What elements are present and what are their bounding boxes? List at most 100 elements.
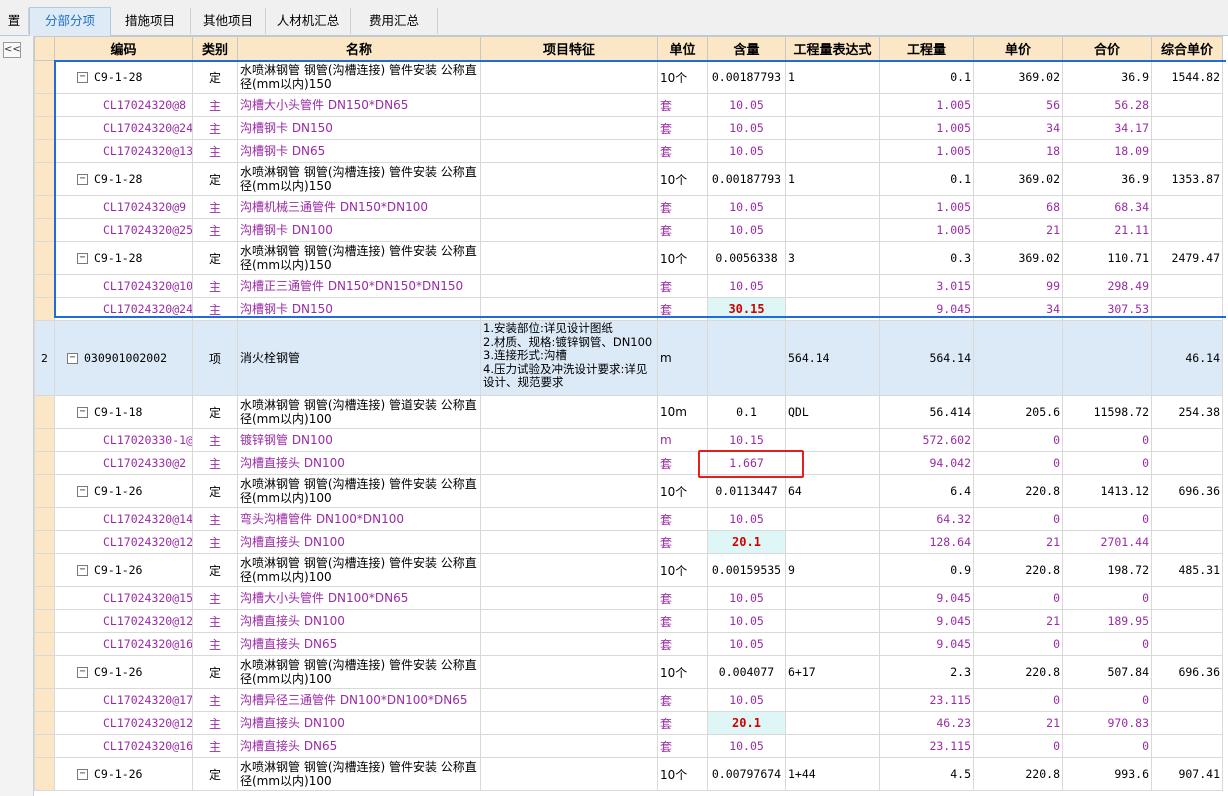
expression-cell[interactable] bbox=[785, 688, 880, 712]
content-cell[interactable]: 10.05 bbox=[707, 218, 786, 242]
content-cell[interactable]: 10.05 bbox=[707, 688, 786, 712]
material-row[interactable]: CL17024320@17 主沟槽异径三通管件 DN100*DN100*DN65 套… bbox=[34, 688, 1223, 712]
feature-cell[interactable] bbox=[480, 451, 658, 475]
quantity-cell[interactable]: 128.64 bbox=[879, 530, 974, 554]
row-number-cell[interactable] bbox=[34, 655, 55, 689]
type-cell[interactable]: 主 bbox=[192, 297, 238, 321]
material-row[interactable]: CL17024320@24 主沟槽钢卡 DN150 套 30.15 9.045 34 307… bbox=[34, 297, 1223, 321]
name-cell[interactable]: 水喷淋钢管 钢管(沟槽连接) 管件安装 公称直径(mm以内)150 bbox=[237, 60, 481, 94]
header-composite-price[interactable]: 综合单价 bbox=[1151, 36, 1223, 61]
unit-price-cell[interactable]: 68 bbox=[973, 195, 1063, 219]
content-cell[interactable]: 0.00187793 bbox=[707, 162, 786, 196]
composite-price-cell[interactable]: 1353.87 bbox=[1151, 162, 1223, 196]
unit-price-cell[interactable]: 99 bbox=[973, 274, 1063, 298]
unit-cell[interactable]: 套 bbox=[657, 688, 708, 712]
material-row[interactable]: CL17020330-1@2 主镀锌钢管 DN100 m 10.15 572.602 0 0 bbox=[34, 428, 1223, 452]
unit-cell[interactable]: 套 bbox=[657, 530, 708, 554]
expression-cell[interactable] bbox=[785, 139, 880, 163]
unit-price-cell[interactable]: 205.6 bbox=[973, 395, 1063, 429]
expression-cell[interactable] bbox=[785, 451, 880, 475]
content-cell[interactable]: 10.05 bbox=[707, 274, 786, 298]
total-cell[interactable]: 18.09 bbox=[1062, 139, 1152, 163]
content-cell[interactable]: 0.00797674 bbox=[707, 757, 786, 791]
name-cell[interactable]: 水喷淋钢管 钢管(沟槽连接) 管件安装 公称直径(mm以内)100 bbox=[237, 757, 481, 791]
material-row[interactable]: CL17024320@14 主弯头沟槽管件 DN100*DN100 套 10.05 64… bbox=[34, 507, 1223, 531]
composite-price-cell[interactable] bbox=[1151, 734, 1223, 758]
unit-price-cell[interactable]: 369.02 bbox=[973, 162, 1063, 196]
composite-price-cell[interactable] bbox=[1151, 116, 1223, 140]
unit-cell[interactable]: 10个 bbox=[657, 474, 708, 508]
unit-price-cell[interactable]: 56 bbox=[973, 93, 1063, 117]
quantity-cell[interactable]: 564.14 bbox=[879, 320, 974, 396]
row-number-cell[interactable] bbox=[34, 734, 55, 758]
feature-cell[interactable] bbox=[480, 609, 658, 633]
expression-cell[interactable] bbox=[785, 274, 880, 298]
unit-price-cell[interactable]: 21 bbox=[973, 218, 1063, 242]
code-cell[interactable]: − C9-1-18 bbox=[54, 395, 193, 429]
code-cell[interactable]: − C9-1-26 bbox=[54, 757, 193, 791]
unit-cell[interactable]: 套 bbox=[657, 507, 708, 531]
content-cell[interactable]: 0.0113447 bbox=[707, 474, 786, 508]
feature-cell[interactable] bbox=[480, 218, 658, 242]
code-cell[interactable]: CL17024320@14 bbox=[54, 507, 193, 531]
total-cell[interactable]: 970.83 bbox=[1062, 711, 1152, 735]
feature-cell[interactable]: 1.安装部位:详见设计图纸 2.材质、规格:镀锌钢管、DN100 3.连接形式:… bbox=[480, 320, 658, 396]
quantity-cell[interactable]: 9.045 bbox=[879, 609, 974, 633]
content-cell[interactable]: 0.00159535 bbox=[707, 553, 786, 587]
row-number-cell[interactable] bbox=[34, 711, 55, 735]
code-cell[interactable]: −030901002002 bbox=[54, 320, 193, 396]
code-cell[interactable]: CL17024320@8 bbox=[54, 93, 193, 117]
collapse-panel-button[interactable]: << bbox=[3, 42, 21, 58]
collapse-toggle-icon[interactable]: − bbox=[67, 353, 78, 364]
content-cell[interactable]: 20.1 bbox=[707, 530, 786, 554]
tab-settings[interactable]: 置 bbox=[0, 8, 29, 34]
expression-cell[interactable]: 6+17 bbox=[785, 655, 880, 689]
code-cell[interactable]: − C9-1-28 bbox=[54, 162, 193, 196]
unit-price-cell[interactable]: 369.02 bbox=[973, 60, 1063, 94]
composite-price-cell[interactable]: 2479.47 bbox=[1151, 241, 1223, 275]
unit-cell[interactable]: 套 bbox=[657, 451, 708, 475]
unit-price-cell[interactable]: 0 bbox=[973, 734, 1063, 758]
quantity-cell[interactable]: 56.414 bbox=[879, 395, 974, 429]
header-type[interactable]: 类别 bbox=[192, 36, 238, 61]
type-cell[interactable]: 主 bbox=[192, 428, 238, 452]
collapse-toggle-icon[interactable]: − bbox=[77, 174, 88, 185]
code-cell[interactable]: CL17024320@10 bbox=[54, 274, 193, 298]
total-cell[interactable]: 298.49 bbox=[1062, 274, 1152, 298]
quantity-cell[interactable]: 1.005 bbox=[879, 195, 974, 219]
total-cell[interactable]: 189.95 bbox=[1062, 609, 1152, 633]
quantity-cell[interactable]: 9.045 bbox=[879, 586, 974, 610]
header-name[interactable]: 名称 bbox=[237, 36, 481, 61]
row-number-cell[interactable] bbox=[34, 395, 55, 429]
material-row[interactable]: CL17024320@8 主沟槽大小头管件 DN150*DN65 套 10.05 1.0… bbox=[34, 93, 1223, 117]
name-cell[interactable]: 镀锌钢管 DN100 bbox=[237, 428, 481, 452]
row-number-cell[interactable]: 2 bbox=[34, 320, 55, 396]
row-number-cell[interactable] bbox=[34, 451, 55, 475]
quantity-cell[interactable]: 4.5 bbox=[879, 757, 974, 791]
feature-cell[interactable] bbox=[480, 241, 658, 275]
code-cell[interactable]: CL17024320@16 bbox=[54, 632, 193, 656]
unit-cell[interactable]: 套 bbox=[657, 586, 708, 610]
expression-cell[interactable] bbox=[785, 93, 880, 117]
name-cell[interactable]: 沟槽正三通管件 DN150*DN150*DN150 bbox=[237, 274, 481, 298]
total-cell[interactable]: 1413.12 bbox=[1062, 474, 1152, 508]
tab-cost-summary[interactable]: 费用汇总 bbox=[351, 8, 438, 34]
quantity-cell[interactable]: 3.015 bbox=[879, 274, 974, 298]
name-cell[interactable]: 消火栓钢管 bbox=[237, 320, 481, 396]
unit-cell[interactable]: 10个 bbox=[657, 757, 708, 791]
expression-cell[interactable] bbox=[785, 195, 880, 219]
type-cell[interactable]: 项 bbox=[192, 320, 238, 396]
total-cell[interactable]: 307.53 bbox=[1062, 297, 1152, 321]
expression-cell[interactable]: 3 bbox=[785, 241, 880, 275]
tab-measures[interactable]: 措施项目 bbox=[110, 8, 191, 34]
bill-grid[interactable]: 编码 类别 名称 项目特征 单位 含量 工程量表达式 工程量 单价 合价 综合单… bbox=[34, 36, 1228, 796]
feature-cell[interactable] bbox=[480, 274, 658, 298]
row-number-cell[interactable] bbox=[34, 530, 55, 554]
expression-cell[interactable] bbox=[785, 116, 880, 140]
code-cell[interactable]: CL17024320@24 bbox=[54, 116, 193, 140]
unit-cell[interactable]: 套 bbox=[657, 609, 708, 633]
name-cell[interactable]: 水喷淋钢管 钢管(沟槽连接) 管件安装 公称直径(mm以内)100 bbox=[237, 655, 481, 689]
type-cell[interactable]: 主 bbox=[192, 609, 238, 633]
code-cell[interactable]: CL17024320@12 bbox=[54, 530, 193, 554]
feature-cell[interactable] bbox=[480, 688, 658, 712]
